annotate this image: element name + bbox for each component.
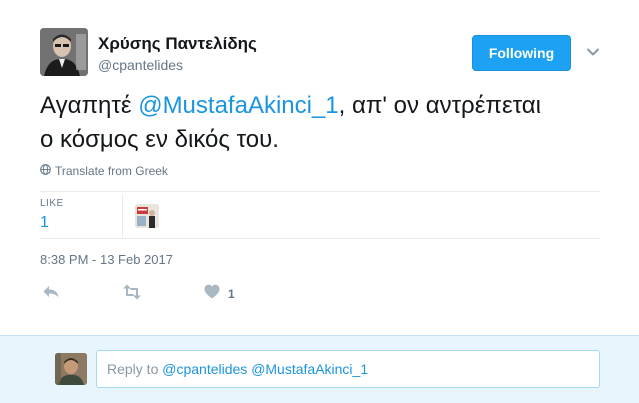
divider (40, 238, 600, 239)
tweet-text-line1-suffix: , απ' ον αντρέπεται (338, 92, 542, 119)
like-stat[interactable]: LIKE 1 (40, 198, 64, 232)
tweet-text: Αγαπητέ @MustafaAkinci_1, απ' ον αντρέπε… (40, 89, 615, 157)
following-button[interactable]: Following (472, 35, 571, 71)
divider (40, 191, 600, 192)
globe-icon (40, 164, 51, 178)
like-stat-label: LIKE (40, 198, 64, 209)
heart-icon (204, 284, 220, 304)
reply-icon (42, 284, 60, 305)
reply-input[interactable]: Reply to @cpantelides @MustafaAkinci_1 (96, 350, 600, 388)
translate-link[interactable]: Translate from Greek (40, 164, 168, 178)
tweet-text-line2: ο κόσμος εν δικός του. (40, 126, 279, 153)
reply-button[interactable] (42, 284, 60, 304)
reply-mention-author: @cpantelides (162, 361, 248, 377)
liker-avatar[interactable] (135, 204, 159, 228)
like-stat-count[interactable]: 1 (40, 214, 64, 232)
like-button[interactable]: 1 (204, 284, 235, 304)
current-user-avatar (55, 353, 87, 385)
tweet-mention-link[interactable]: @MustafaAkinci_1 (138, 92, 338, 119)
author-avatar[interactable] (40, 28, 88, 76)
stat-separator (122, 194, 123, 238)
tweet-timestamp[interactable]: 8:38 PM - 13 Feb 2017 (40, 252, 173, 267)
author-handle[interactable]: @cpantelides (98, 57, 183, 73)
tweet-text-prefix: Αγαπητέ (40, 92, 139, 119)
reply-mention-user: @MustafaAkinci_1 (251, 361, 369, 377)
like-action-count: 1 (228, 287, 235, 301)
reply-area: Reply to @cpantelides @MustafaAkinci_1 (0, 335, 639, 403)
author-name[interactable]: Χρύσης Παντελίδης (98, 34, 257, 54)
chevron-down-icon[interactable] (585, 44, 601, 60)
retweet-button[interactable] (122, 284, 142, 304)
translate-label: Translate from Greek (55, 164, 168, 178)
retweet-icon (122, 284, 142, 305)
tweet-card: Χρύσης Παντελίδης @cpantelides Following… (0, 0, 639, 335)
reply-prefix: Reply to (107, 361, 163, 377)
